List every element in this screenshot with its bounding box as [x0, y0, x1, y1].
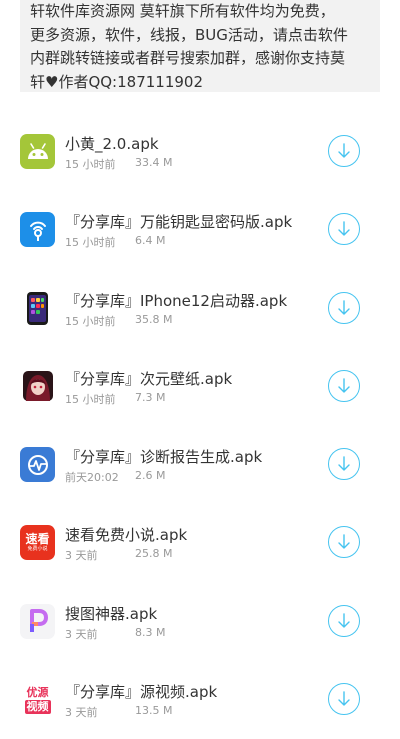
file-time: 3 天前 [65, 706, 98, 720]
icon-label: 速看 [25, 532, 50, 547]
download-button[interactable] [328, 213, 360, 246]
wifi-key-icon [20, 212, 55, 248]
file-time: 15 小时前 [65, 392, 116, 406]
icon-label: 视频 [24, 699, 51, 714]
download-button[interactable] [328, 604, 360, 637]
list-item[interactable]: 『分享库』万能钥匙显密码版.apk 15 小时前 6.4 M [0, 191, 400, 269]
file-meta: 15 小时前 33.4 M [65, 156, 172, 172]
list-item[interactable]: 『分享库』次元壁纸.apk 15 小时前 7.3 M [0, 348, 400, 426]
icon-sublabel: 免费小说 [27, 546, 48, 553]
list-item[interactable]: 『分享库』诊断报告生成.apk 前天20:02 2.6 M [0, 426, 400, 504]
download-arrow-icon [338, 691, 350, 706]
file-size: 8.3 M [135, 625, 166, 639]
download-button[interactable] [328, 291, 360, 324]
list-item[interactable]: 速看 免费小说 速看免费小说.apk 3 天前 25.8 M [0, 504, 400, 582]
file-size: 6.4 M [135, 234, 166, 248]
file-list: 小黄_2.0.apk 15 小时前 33.4 M 『分享库』万能钥匙显密码版.a… [0, 113, 400, 739]
file-time: 3 天前 [65, 549, 98, 563]
download-button[interactable] [328, 448, 360, 481]
file-meta: 15 小时前 7.3 M [65, 391, 165, 407]
download-button[interactable] [328, 135, 360, 167]
notice-line: 更多资源，软件，线报，BUG活动，请点击软件 [30, 25, 348, 44]
notice-line: 轩♥作者QQ:187111902 [30, 72, 204, 91]
download-arrow-icon [338, 299, 350, 315]
notice-banner: 轩软件库资源网 莫轩旗下所有软件均为免费， 更多资源，软件，线报，BUG活动，请… [20, 0, 380, 92]
file-name[interactable]: 『分享库』次元壁纸.apk [65, 368, 232, 389]
file-name[interactable]: 小黄_2.0.apk [65, 133, 159, 154]
youyuan-video-icon: 优源 视频 [20, 682, 55, 718]
file-time: 15 小时前 [65, 158, 116, 171]
download-arrow-icon [338, 534, 350, 550]
file-size: 13.5 M [135, 704, 173, 718]
file-size: 7.3 M [135, 390, 166, 404]
notice-line: 轩软件库资源网 莫轩旗下所有软件均为免费， [30, 2, 335, 20]
file-meta: 3 天前 13.5 M [65, 704, 172, 720]
list-item[interactable]: 搜图神器.apk 3 天前 8.3 M [0, 583, 400, 661]
download-button[interactable] [328, 683, 360, 716]
sukan-novel-icon: 速看 免费小说 [20, 525, 55, 561]
file-name[interactable]: 『分享库』万能钥匙显密码版.apk [65, 211, 292, 232]
anime-wallpaper-icon [20, 368, 55, 404]
file-size: 33.4 M [135, 156, 173, 169]
file-meta: 前天20:02 2.6 M [65, 469, 165, 485]
icon-label: 优源 [26, 685, 49, 699]
file-size: 2.6 M [135, 469, 166, 483]
file-time: 前天20:02 [65, 471, 119, 485]
file-name[interactable]: 速看免费小说.apk [65, 524, 187, 545]
list-item[interactable]: 优源 视频 『分享库』源视频.apk 3 天前 13.5 M [0, 661, 400, 739]
diagnosis-report-icon [20, 447, 55, 483]
android-icon [20, 134, 55, 169]
file-meta: 3 天前 25.8 M [65, 547, 172, 563]
file-meta: 15 小时前 6.4 M [65, 234, 165, 250]
download-arrow-icon [338, 221, 350, 236]
file-meta: 3 天前 8.3 M [65, 626, 165, 642]
list-item[interactable]: 『分享库』IPhone12启动器.apk 15 小时前 35.8 M [0, 270, 400, 348]
download-arrow-icon [338, 613, 350, 628]
download-arrow-icon [338, 143, 350, 158]
file-time: 15 小时前 [65, 236, 116, 250]
iphone-launcher-icon [20, 290, 55, 326]
file-name[interactable]: 『分享库』源视频.apk [65, 681, 217, 702]
file-name[interactable]: 『分享库』诊断报告生成.apk [65, 446, 262, 467]
file-time: 15 小时前 [65, 314, 116, 328]
file-size: 35.8 M [135, 312, 173, 326]
download-button[interactable] [328, 526, 360, 559]
file-name[interactable]: 『分享库』IPhone12启动器.apk [65, 290, 287, 311]
file-name[interactable]: 搜图神器.apk [65, 603, 157, 624]
download-button[interactable] [328, 369, 360, 402]
file-size: 25.8 M [135, 547, 173, 561]
file-time: 3 天前 [65, 627, 98, 641]
notice-line: 内群跳转链接或者群号搜索加群，感谢你支持莫 [30, 49, 346, 67]
download-arrow-icon [338, 456, 350, 471]
list-item[interactable]: 小黄_2.0.apk 15 小时前 33.4 M [0, 113, 400, 191]
picture-search-icon [20, 603, 55, 639]
file-meta: 15 小时前 35.8 M [65, 313, 172, 329]
download-arrow-icon [338, 378, 350, 393]
